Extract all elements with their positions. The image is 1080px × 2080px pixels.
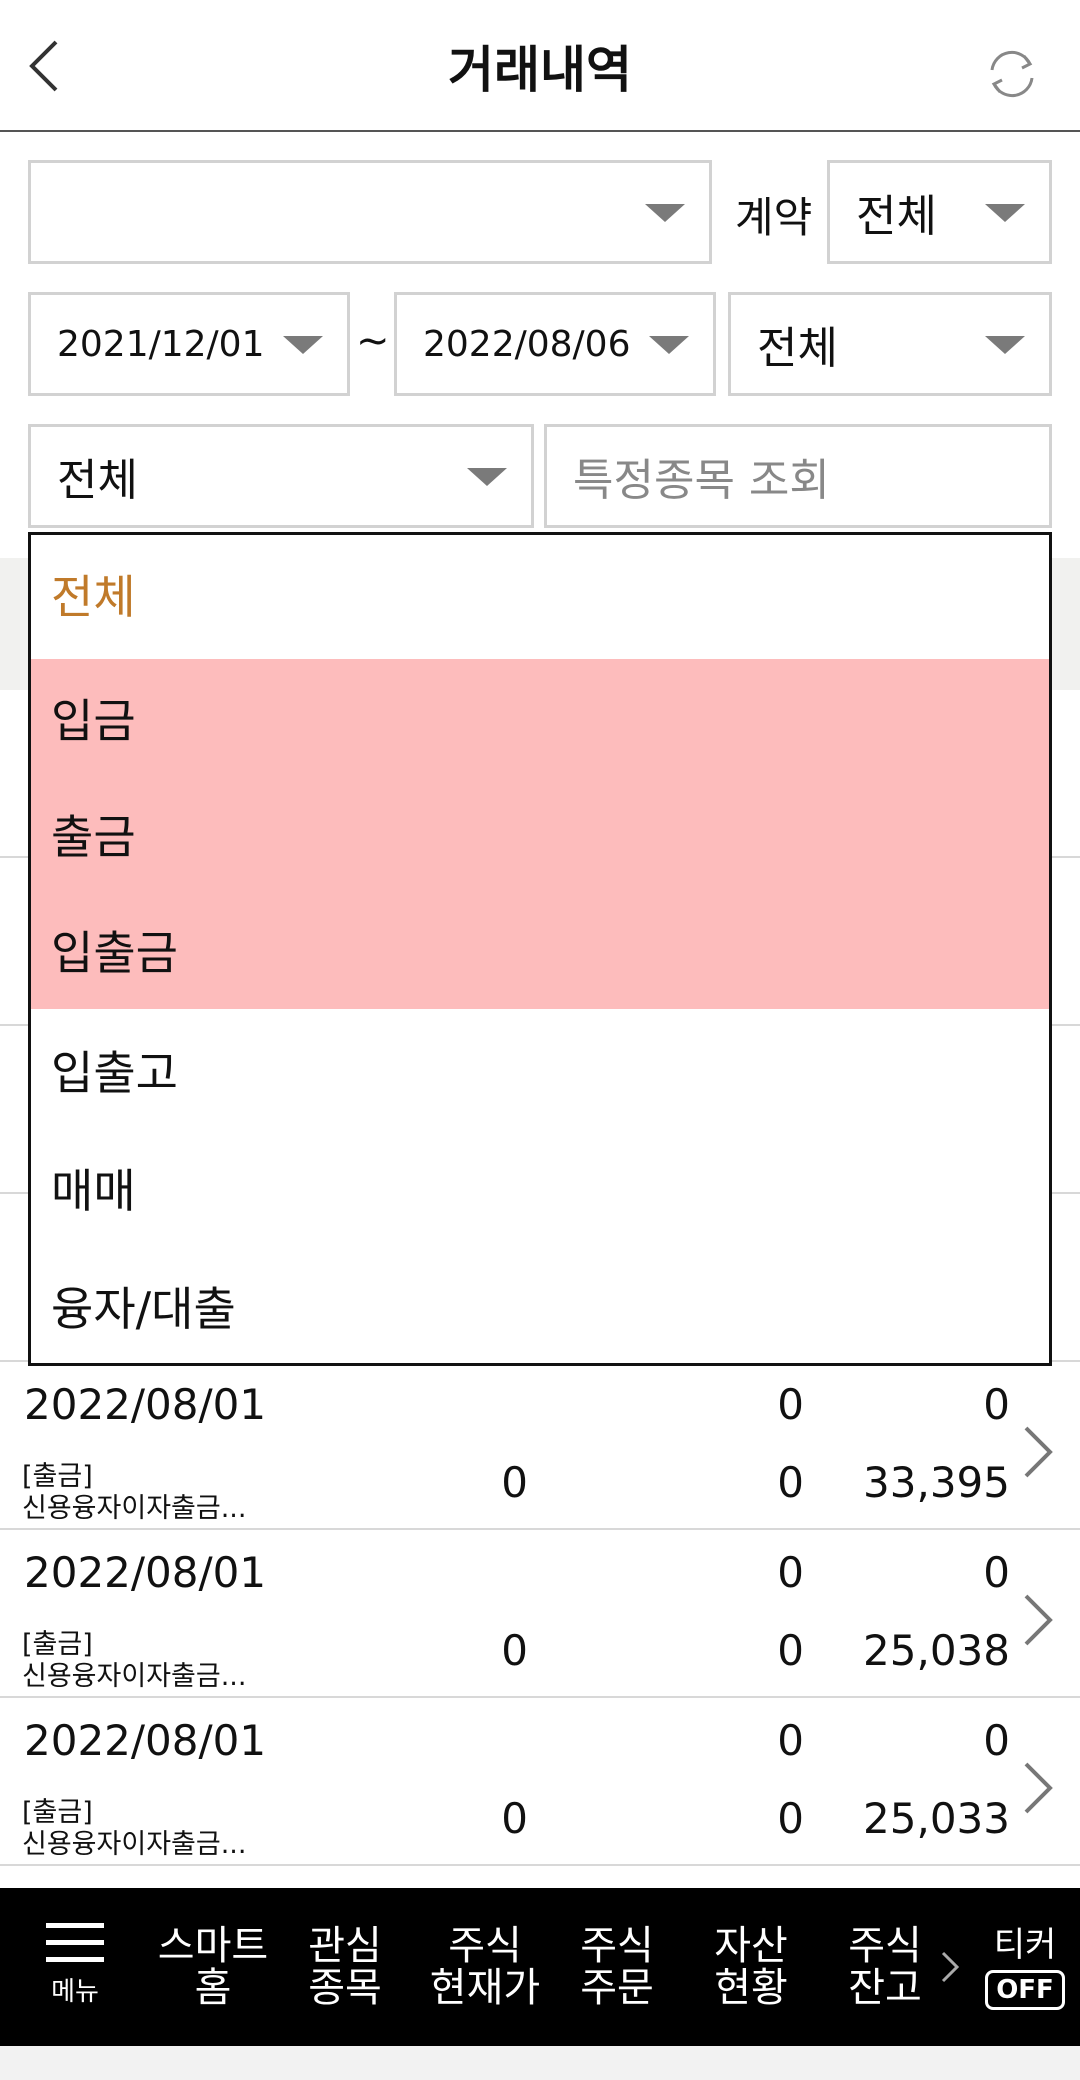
row-value: 0 — [501, 1458, 528, 1507]
chevron-down-icon — [645, 204, 685, 222]
contract-select[interactable]: 전체 — [827, 160, 1052, 264]
chevron-right-icon — [1024, 1426, 1053, 1478]
row-value: 0 — [777, 1458, 804, 1507]
ticker-toggle[interactable]: 티커 OFF — [980, 1888, 1070, 2046]
nav-watchlist[interactable]: 관심 종목 — [290, 1888, 400, 2046]
dropdown-option-deposit-withdrawal[interactable]: 입출금 — [31, 891, 1049, 1009]
chevron-right-icon — [1024, 1594, 1053, 1646]
row-value: 0 — [777, 1626, 804, 1675]
chevron-right-icon — [941, 1951, 960, 1983]
row-value: 0 — [777, 1716, 804, 1765]
ticker-state-badge: OFF — [985, 1970, 1065, 2010]
period-type-select[interactable]: 전체 — [728, 292, 1052, 396]
menu-button[interactable]: 메뉴 — [20, 1888, 130, 2046]
row-amount: 25,033 — [863, 1794, 1010, 1843]
dropdown-option-stock-transfer[interactable]: 입출고 — [31, 1011, 1049, 1129]
dropdown-option-withdrawal[interactable]: 출금 — [31, 775, 1049, 893]
period-type-value: 전체 — [757, 323, 838, 374]
chevron-down-icon — [649, 336, 689, 354]
nav-label: 종목 — [308, 1965, 382, 2011]
nav-stock-quote[interactable]: 주식 현재가 — [420, 1888, 550, 2046]
chevron-right-icon — [1024, 1762, 1053, 1814]
row-description: 신용융자이자출금... — [22, 1661, 247, 1692]
nav-assets[interactable]: 자산 현황 — [696, 1888, 806, 2046]
stock-search-input[interactable]: 특정종목 조회 — [544, 424, 1052, 528]
chevron-down-icon — [985, 204, 1025, 222]
row-value: 0 — [501, 1794, 528, 1843]
account-select[interactable] — [28, 160, 712, 264]
hamburger-icon — [46, 1923, 104, 1962]
category-select-value: 전체 — [57, 455, 138, 506]
ticker-label: 티커 — [993, 1925, 1057, 1965]
row-description: 신용융자이자출금... — [22, 1829, 247, 1860]
nav-label: 스마트 — [157, 1923, 269, 1969]
date-from-value: 2021/12/01 — [57, 323, 265, 365]
row-amount: 33,395 — [863, 1458, 1010, 1507]
nav-stock-order[interactable]: 주식 주문 — [562, 1888, 672, 2046]
date-to-select[interactable]: 2022/08/06 — [394, 292, 716, 396]
table-row[interactable]: 2022/08/01 [출금] 신용융자이자출금... 0 0 0 0 33,3… — [0, 1362, 1080, 1530]
category-dropdown-menu: 전체 입금 출금 입출금 입출고 매매 융자/대출 — [28, 532, 1052, 1366]
stock-search-placeholder: 특정종목 조회 — [573, 455, 830, 506]
row-value: 0 — [983, 1716, 1010, 1765]
row-value: 0 — [777, 1380, 804, 1429]
bottom-navigation: 메뉴 스마트 홈 관심 종목 주식 현재가 주식 주문 자산 현황 주식 잔고 … — [0, 1888, 1080, 2046]
nav-label: 주식 — [580, 1923, 654, 1969]
row-date: 2022/08/01 — [24, 1380, 267, 1429]
system-bar — [0, 2046, 1080, 2080]
chevron-down-icon — [283, 336, 323, 354]
dropdown-option-deposit[interactable]: 입금 — [31, 659, 1049, 777]
contract-label: 계약 — [735, 193, 813, 242]
row-value: 0 — [983, 1548, 1010, 1597]
nav-label: 주문 — [580, 1965, 654, 2011]
row-value: 0 — [777, 1794, 804, 1843]
refresh-button[interactable] — [980, 42, 1044, 106]
app-header: 거래내역 — [0, 0, 1080, 132]
row-value: 0 — [777, 1548, 804, 1597]
nav-label: 자산 — [714, 1923, 788, 1969]
date-separator: ~ — [356, 318, 390, 364]
nav-label: 현재가 — [429, 1965, 541, 2011]
dropdown-option-loan[interactable]: 융자/대출 — [31, 1247, 1049, 1363]
nav-label: 잔고 — [848, 1965, 922, 2011]
dropdown-option-trade[interactable]: 매매 — [31, 1129, 1049, 1247]
category-select[interactable]: 전체 — [28, 424, 534, 528]
nav-label: 현황 — [714, 1965, 788, 2011]
table-row[interactable]: 2022/08/01 [출금] 신용융자이자출금... 0 0 0 0 25,0… — [0, 1530, 1080, 1698]
nav-label: 주식 — [848, 1923, 922, 1969]
date-to-value: 2022/08/06 — [423, 323, 631, 365]
nav-smart-home[interactable]: 스마트 홈 — [148, 1888, 278, 2046]
nav-label: 주식 — [448, 1923, 522, 1969]
refresh-icon — [990, 50, 1034, 98]
date-from-select[interactable]: 2021/12/01 — [28, 292, 350, 396]
row-date: 2022/08/01 — [24, 1716, 267, 1765]
table-row[interactable]: 2022/08/01 [출금] 신용융자이자출금... 0 0 0 0 25,0… — [0, 1698, 1080, 1866]
dropdown-option-all[interactable]: 전체 — [31, 535, 1049, 653]
chevron-down-icon — [985, 336, 1025, 354]
contract-select-value: 전체 — [856, 191, 937, 242]
nav-scroll-right[interactable] — [932, 1888, 968, 2046]
row-amount: 25,038 — [863, 1626, 1010, 1675]
row-value: 0 — [501, 1626, 528, 1675]
row-value: 0 — [983, 1380, 1010, 1429]
menu-label: 메뉴 — [51, 1977, 99, 2007]
nav-stock-balance[interactable]: 주식 잔고 — [830, 1888, 940, 2046]
nav-label: 관심 — [308, 1923, 382, 1969]
chevron-down-icon — [467, 468, 507, 486]
nav-label: 홈 — [194, 1965, 232, 2011]
page-title: 거래내역 — [448, 41, 632, 99]
row-date: 2022/08/01 — [24, 1548, 267, 1597]
row-description: 신용융자이자출금... — [22, 1493, 247, 1524]
